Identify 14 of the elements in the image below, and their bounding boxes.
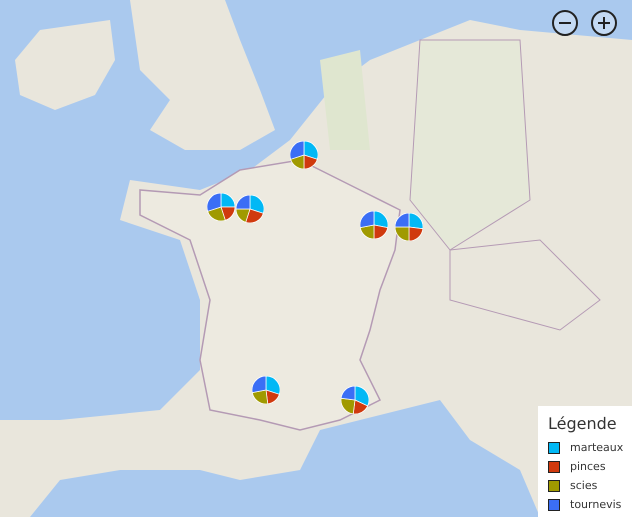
pie-chart-marker[interactable] bbox=[236, 195, 264, 223]
pie-chart-marker[interactable] bbox=[252, 376, 280, 404]
legend-label: marteaux bbox=[570, 441, 624, 454]
legend-label: scies bbox=[570, 479, 598, 492]
legend-title: Légende bbox=[548, 414, 618, 433]
pie-chart-marker[interactable] bbox=[360, 211, 388, 239]
pie-chart-marker[interactable] bbox=[207, 193, 235, 221]
zoom-out-button[interactable] bbox=[551, 9, 579, 37]
pie-chart-marker[interactable] bbox=[341, 386, 369, 414]
pie-chart-marker[interactable] bbox=[395, 213, 423, 241]
legend-label: tournevis bbox=[570, 498, 622, 511]
pie-chart-marker[interactable] bbox=[290, 141, 318, 169]
zoom-in-button[interactable] bbox=[590, 9, 618, 37]
legend-label: pinces bbox=[570, 460, 606, 473]
